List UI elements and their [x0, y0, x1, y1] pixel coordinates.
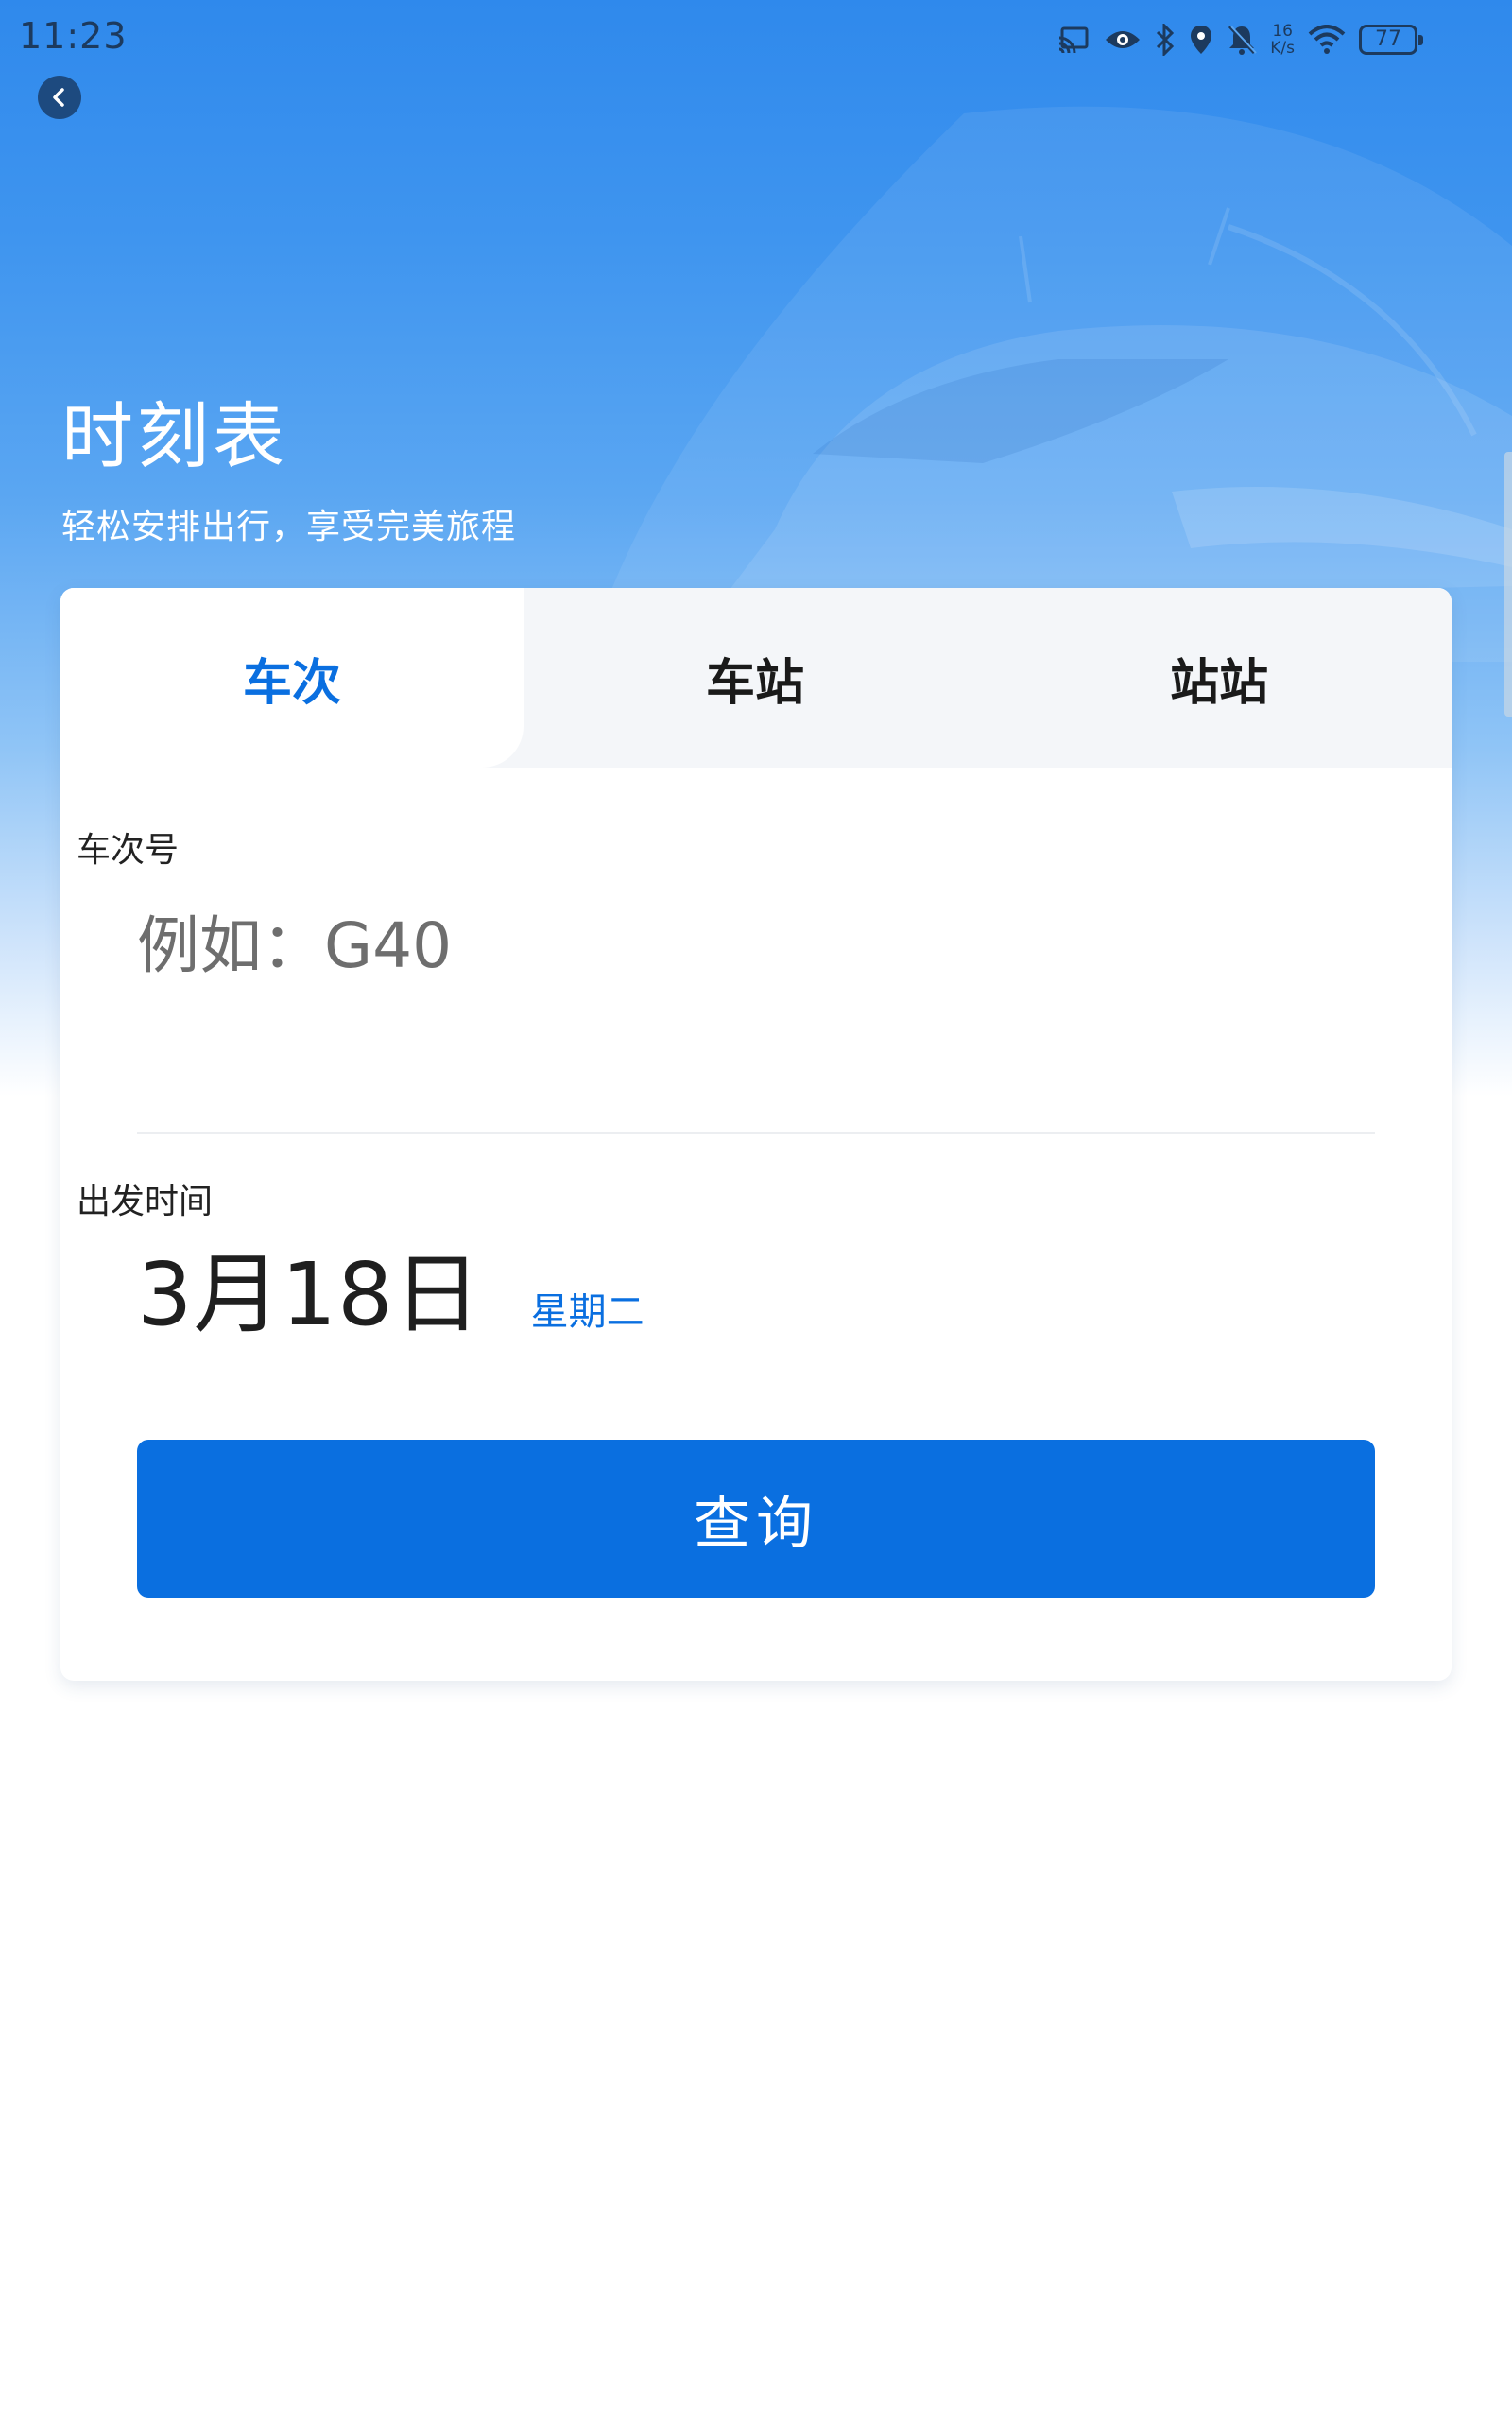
bluetooth-icon — [1155, 21, 1176, 59]
bell-off-icon — [1227, 21, 1257, 59]
chevron-left-icon — [53, 88, 64, 107]
date-picker[interactable]: 3月18日 星期二 — [137, 1224, 644, 1345]
train-number-input[interactable] — [137, 893, 1366, 997]
status-icons: 16 K/s 77 — [1057, 19, 1423, 60]
departure-time-label: 出发时间 — [77, 1183, 214, 1221]
wifi-icon — [1308, 21, 1346, 59]
network-speed: 16 K/s — [1270, 21, 1295, 59]
status-time: 11:23 — [19, 15, 128, 57]
eye-icon — [1104, 21, 1142, 59]
train-number-label: 车次号 — [77, 831, 180, 870]
location-icon — [1189, 21, 1213, 59]
net-speed-value: 16 — [1272, 22, 1293, 41]
tab-bar: 车次 车站 站站 — [60, 588, 1452, 768]
tab-station[interactable]: 车站 — [524, 588, 987, 768]
page-subtitle: 轻松安排出行，享受完美旅程 — [61, 508, 517, 546]
scrollbar[interactable] — [1504, 452, 1512, 717]
query-button[interactable]: 查询 — [137, 1440, 1375, 1598]
battery-level: 77 — [1359, 25, 1423, 55]
back-button[interactable] — [38, 76, 81, 119]
tab-train-number[interactable]: 车次 — [60, 588, 524, 768]
weekday-label: 星期二 — [530, 1290, 644, 1334]
page-title: 时刻表 — [61, 394, 288, 478]
battery-icon: 77 — [1359, 21, 1423, 59]
date-value: 3月18日 — [137, 1244, 482, 1345]
divider — [137, 1132, 1375, 1134]
cast-icon — [1057, 21, 1091, 59]
status-bar: 11:23 16 K/s 77 — [0, 0, 1512, 76]
tab-station-to-station[interactable]: 站站 — [987, 588, 1452, 768]
net-speed-unit: K/s — [1270, 39, 1295, 58]
